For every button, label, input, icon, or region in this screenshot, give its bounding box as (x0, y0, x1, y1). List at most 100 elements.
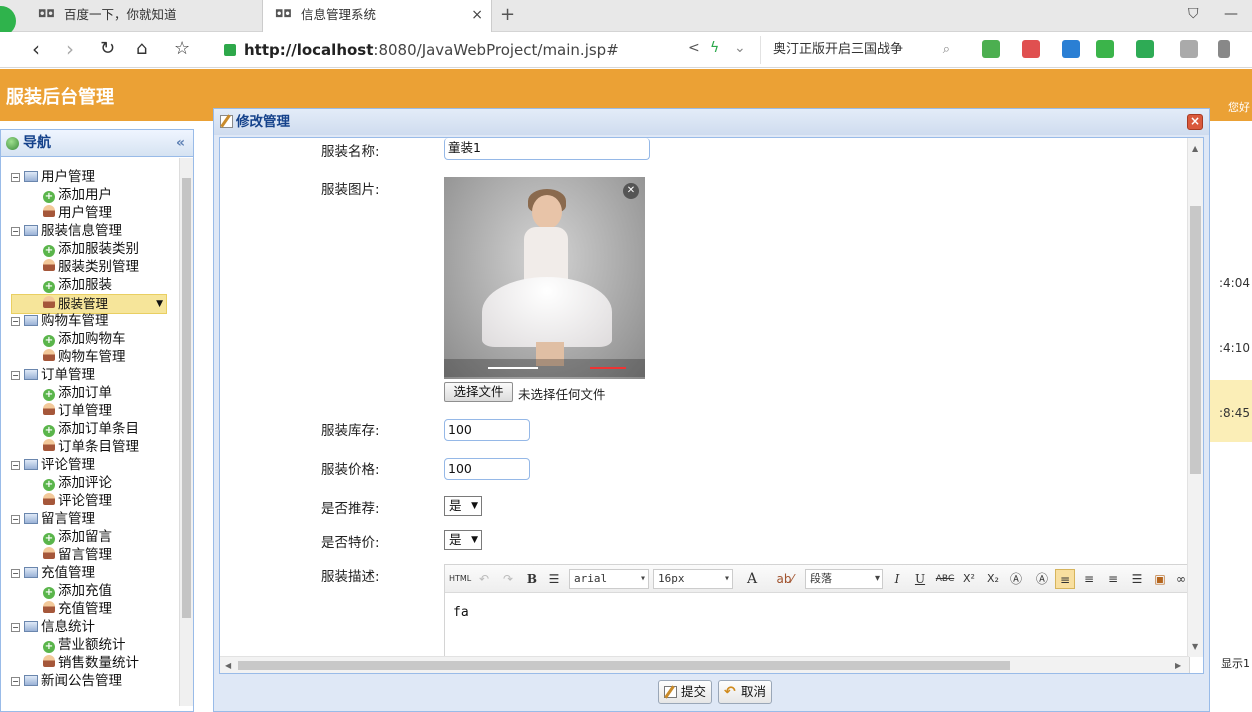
tree-item-category-manage[interactable]: 服装类别管理 (43, 258, 139, 276)
tree-item-add-category[interactable]: + 添加服装类别 (43, 240, 139, 258)
tree-group-messages[interactable]: − 留言管理 (11, 510, 95, 528)
phone-icon[interactable] (1218, 40, 1230, 58)
recommend-select[interactable]: 是 (444, 496, 482, 516)
format-painter-icon[interactable]: Ⓐ (1033, 569, 1051, 589)
scroll-down-icon[interactable]: ▼ (1192, 642, 1198, 651)
star-icon[interactable]: ☆ (174, 38, 190, 60)
collapse-icon[interactable]: « (176, 130, 185, 157)
tree-group-orders[interactable]: − 订单管理 (11, 366, 95, 384)
remove-image-icon[interactable]: ✕ (623, 183, 639, 199)
price-field[interactable]: 100 (444, 458, 530, 480)
choose-file-button[interactable]: 选择文件 (444, 382, 513, 402)
submit-button[interactable]: 提交 (658, 680, 712, 704)
dialog-horizontal-scrollbar[interactable]: ◀ ▶ (220, 656, 1189, 673)
close-icon[interactable]: × (1187, 114, 1203, 130)
stock-field[interactable]: 100 (444, 419, 530, 441)
scrollbar-thumb[interactable] (1190, 206, 1201, 474)
underline-button[interactable]: U (911, 569, 929, 589)
font-family-select[interactable]: arial (569, 569, 649, 589)
bold-button[interactable]: B (523, 569, 541, 589)
forward-icon[interactable]: › (66, 38, 74, 60)
refresh-icon[interactable]: ↻ (100, 38, 115, 60)
italic-button[interactable]: I (889, 569, 905, 589)
html-source-button[interactable]: HTML (449, 569, 471, 589)
scrollbar-thumb[interactable] (238, 661, 1010, 670)
minimize-icon[interactable]: — (1224, 6, 1238, 22)
tab-baidu[interactable]: ◘◘ 百度一下，你就知道 (26, 0, 260, 32)
tree-item-add-clothing[interactable]: + 添加服装 (43, 276, 112, 294)
scroll-left-icon[interactable]: ◀ (225, 661, 231, 670)
scroll-right-icon[interactable]: ▶ (1175, 661, 1181, 670)
extension-icon[interactable] (982, 40, 1000, 58)
format-icon[interactable]: ☰ (545, 569, 563, 589)
align-right-icon[interactable]: ≡ (1079, 569, 1099, 589)
subscript-button[interactable]: X₂ (983, 569, 1003, 589)
dialog-vertical-scrollbar[interactable]: ▲ ▼ (1187, 138, 1203, 657)
tree-item-message-manage[interactable]: 留言管理 (43, 546, 112, 564)
tree-item-order-item-manage[interactable]: 订单条目管理 (43, 438, 139, 456)
tree-item-add-order[interactable]: + 添加订单 (43, 384, 112, 402)
search-input[interactable]: 奥汀正版开启三国战争 ⌕ (760, 36, 960, 64)
tree-item-order-manage[interactable]: 订单管理 (43, 402, 112, 420)
home-icon[interactable]: ⌂ (136, 38, 147, 60)
search-icon[interactable]: ⌕ (943, 36, 950, 64)
highlight-icon[interactable]: ab⁄ (771, 569, 799, 589)
tab-close-icon[interactable]: × (471, 0, 483, 30)
scrollbar-thumb[interactable] (182, 178, 191, 618)
collapse-toggle-icon[interactable]: − (11, 227, 20, 236)
tree-group-cart[interactable]: − 购物车管理 (11, 312, 109, 330)
editor-content[interactable]: fa (453, 605, 469, 620)
tree-item-revenue-stats[interactable]: + 营业额统计 (43, 636, 126, 654)
tree-item-recharge-manage[interactable]: 充值管理 (43, 600, 112, 618)
tree-group-news[interactable]: − 新闻公告管理 (11, 672, 122, 690)
font-size-select[interactable]: 16px (653, 569, 733, 589)
scroll-up-icon[interactable]: ▲ (1192, 144, 1198, 153)
collapse-toggle-icon[interactable]: − (11, 371, 20, 380)
redo-icon[interactable]: ↷ (499, 569, 517, 589)
back-icon[interactable]: ‹ (32, 38, 40, 60)
justify-icon[interactable]: ☰ (1127, 569, 1147, 589)
collapse-toggle-icon[interactable]: − (11, 677, 20, 686)
collapse-toggle-icon[interactable]: − (11, 317, 20, 326)
cancel-button[interactable]: ↶ 取消 (718, 680, 772, 704)
tree-item-cart-manage[interactable]: 购物车管理 (43, 348, 126, 366)
tab-info-system[interactable]: ◘◘ 信息管理系统 × (262, 0, 492, 33)
chevron-down-icon[interactable]: ⌄ (734, 40, 746, 56)
align-center-icon[interactable]: ≡ (1103, 569, 1123, 589)
paragraph-select[interactable]: 段落 (805, 569, 883, 589)
tree-group-comments[interactable]: − 评论管理 (11, 456, 95, 474)
collapse-toggle-icon[interactable]: − (11, 515, 20, 524)
tree-group-clothing[interactable]: − 服装信息管理 (11, 222, 122, 240)
tree-item-add-message[interactable]: + 添加留言 (43, 528, 112, 546)
tree-item-user-manage[interactable]: 用户管理 (43, 204, 112, 222)
sidebar-scrollbar[interactable] (179, 158, 193, 706)
tree-item-add-recharge[interactable]: + 添加充值 (43, 582, 112, 600)
grid-icon[interactable] (1180, 40, 1198, 58)
magnifier-icon[interactable] (1062, 40, 1080, 58)
name-field[interactable]: 童装1 (444, 138, 650, 160)
shirt-icon[interactable]: ⛉ (1188, 6, 1199, 22)
collapse-toggle-icon[interactable]: − (11, 461, 20, 470)
tree-item-comment-manage[interactable]: 评论管理 (43, 492, 112, 510)
collapse-toggle-icon[interactable]: − (11, 623, 20, 632)
tree-item-add-comment[interactable]: + 添加评论 (43, 474, 112, 492)
align-left-icon[interactable]: ≡ (1055, 569, 1075, 589)
undo-icon[interactable]: ↶ (475, 569, 493, 589)
share-icon[interactable]: < (688, 40, 700, 56)
strikethrough-button[interactable]: ABC (933, 569, 957, 589)
tree-item-add-order-item[interactable]: + 添加订单条目 (43, 420, 139, 438)
lightning-icon[interactable]: ϟ (710, 40, 719, 56)
gamepad-icon[interactable] (1096, 40, 1114, 58)
tree-group-stats[interactable]: − 信息统计 (11, 618, 95, 636)
tree-group-users[interactable]: − 用户管理 (11, 168, 95, 186)
tree-item-add-user[interactable]: + 添加用户 (43, 186, 112, 204)
clear-format-icon[interactable]: Ⓐ (1007, 569, 1025, 589)
new-tab-button[interactable]: + (500, 4, 515, 25)
collapse-toggle-icon[interactable]: − (11, 569, 20, 578)
shield-icon[interactable] (1136, 40, 1154, 58)
image-icon[interactable]: ▣ (1151, 569, 1169, 589)
tree-group-recharge[interactable]: − 充值管理 (11, 564, 95, 582)
font-color-button[interactable]: A (739, 569, 765, 589)
tree-item-add-cart[interactable]: + 添加购物车 (43, 330, 126, 348)
special-select[interactable]: 是 (444, 530, 482, 550)
